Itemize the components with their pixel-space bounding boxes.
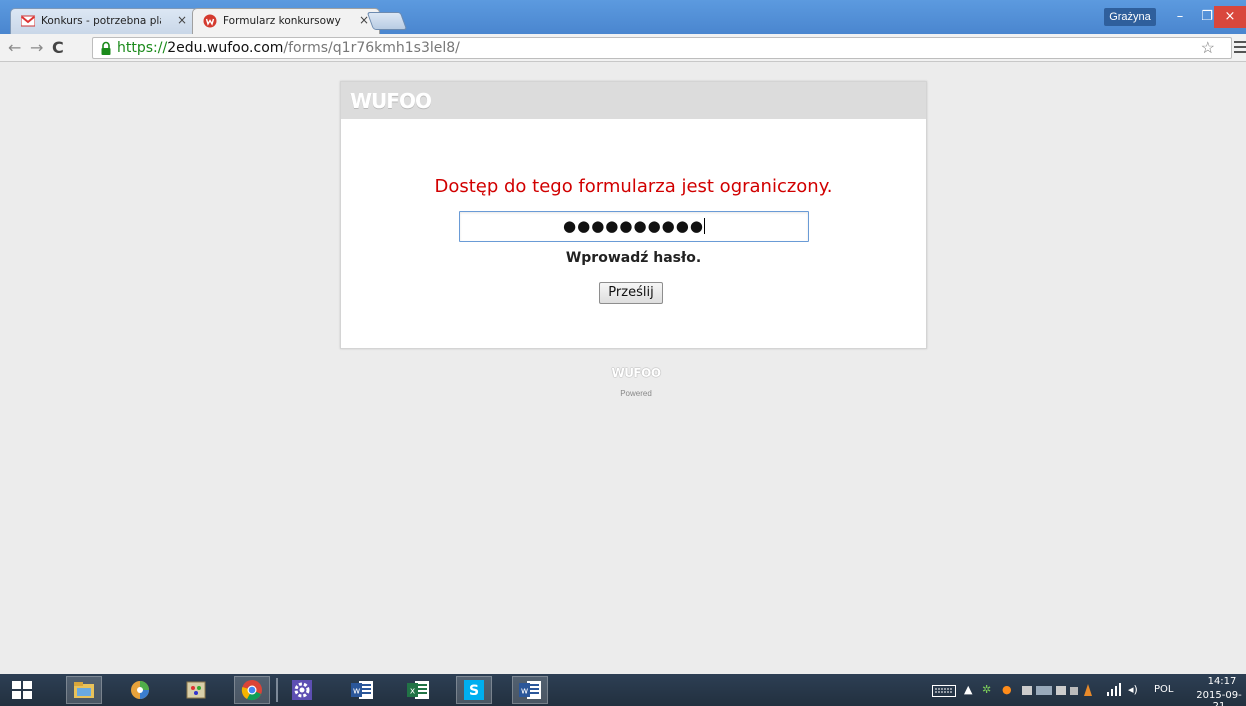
excel-icon[interactable]: x [400, 676, 436, 704]
svg-text:S: S [469, 683, 479, 699]
paint-icon[interactable] [178, 676, 214, 704]
profile-badge[interactable]: Grażyna [1104, 8, 1156, 26]
clock-date[interactable]: 2015-09-21 [1194, 690, 1244, 706]
url-host: 2edu.wufoo.com [167, 40, 284, 56]
browser-tab-strip: Konkurs - potrzebna platf × Formularz ko… [0, 0, 1246, 34]
file-explorer-icon[interactable] [66, 676, 102, 704]
card-header: WUFOO [341, 82, 926, 119]
address-bar[interactable]: https://2edu.wufoo.com/forms/q1r76kmh1s3… [92, 37, 1232, 59]
bookmark-star-icon[interactable]: ☆ [1201, 38, 1215, 58]
tab-title: Konkurs - potrzebna platf [41, 15, 161, 27]
form-card: WUFOO Dostęp do tego formularza jest ogr… [340, 81, 927, 349]
footer-powered-text: Powered [620, 389, 652, 398]
chrome-icon[interactable] [234, 676, 270, 704]
text-caret [703, 218, 705, 234]
signal-icon[interactable] [1106, 683, 1122, 697]
tab-konkurs[interactable]: Konkurs - potrzebna platf × [10, 8, 198, 34]
windows-taskbar: w x S w ▲ ✲ ● ◂) POL 14:17 2015-09-21 [0, 674, 1246, 706]
submit-button[interactable]: Prześlij [599, 282, 663, 304]
taskbar-separator [276, 678, 278, 702]
clock-time[interactable]: 14:17 [1202, 676, 1242, 687]
language-indicator[interactable]: POL [1154, 684, 1173, 695]
wufoo-icon [203, 14, 217, 28]
word-icon[interactable]: w [512, 676, 548, 704]
word-icon[interactable]: w [344, 676, 380, 704]
tray-app-icon[interactable]: ● [1002, 683, 1012, 696]
password-field[interactable]: ●●●●●●●●●● [459, 211, 809, 242]
url-text: https://2edu.wufoo.com/forms/q1r76kmh1s3… [117, 40, 460, 56]
tab-title: Formularz konkursowy [223, 15, 341, 27]
keyboard-icon[interactable] [932, 685, 956, 697]
lock-icon [101, 41, 111, 55]
volume-icon[interactable]: ◂) [1128, 683, 1138, 696]
settings-icon[interactable] [284, 676, 320, 704]
gmail-icon [21, 15, 35, 27]
url-scheme: https:// [117, 40, 168, 56]
new-tab-button[interactable] [366, 12, 408, 30]
back-arrow-icon[interactable]: ← [8, 38, 21, 57]
menu-icon[interactable] [1234, 41, 1246, 55]
tab-close-icon[interactable]: × [177, 13, 187, 27]
picasa-icon[interactable] [122, 676, 158, 704]
url-path: /forms/q1r76kmh1s3lel8/ [283, 40, 460, 56]
wufoo-logo[interactable]: WUFOO [350, 89, 432, 113]
svg-text:w: w [353, 687, 360, 697]
svg-text:w: w [521, 687, 528, 697]
browser-toolbar: ← → C https://2edu.wufoo.com/forms/q1r76… [0, 34, 1246, 62]
reload-icon[interactable]: C [52, 38, 64, 57]
restricted-message: Dostęp do tego formularza jest ograniczo… [434, 176, 833, 197]
password-label: Wprowadź hasło. [565, 250, 702, 266]
minimize-icon[interactable]: – [1166, 6, 1194, 28]
skype-icon[interactable]: S [456, 676, 492, 704]
tray-icons-group-icon[interactable] [1022, 684, 1102, 698]
close-icon[interactable]: × [1214, 6, 1246, 28]
password-value: ●●●●●●●●●● [563, 217, 704, 235]
show-hidden-icons-chevron-icon[interactable]: ▲ [964, 683, 972, 696]
tab-formularz[interactable]: Formularz konkursowy × [192, 8, 380, 34]
footer-wufoo-logo[interactable]: WUFOO [606, 366, 666, 380]
forward-arrow-icon[interactable]: → [30, 38, 43, 57]
windows-start-icon[interactable] [4, 676, 40, 704]
network-sync-icon[interactable]: ✲ [982, 683, 991, 696]
svg-text:x: x [410, 687, 416, 697]
